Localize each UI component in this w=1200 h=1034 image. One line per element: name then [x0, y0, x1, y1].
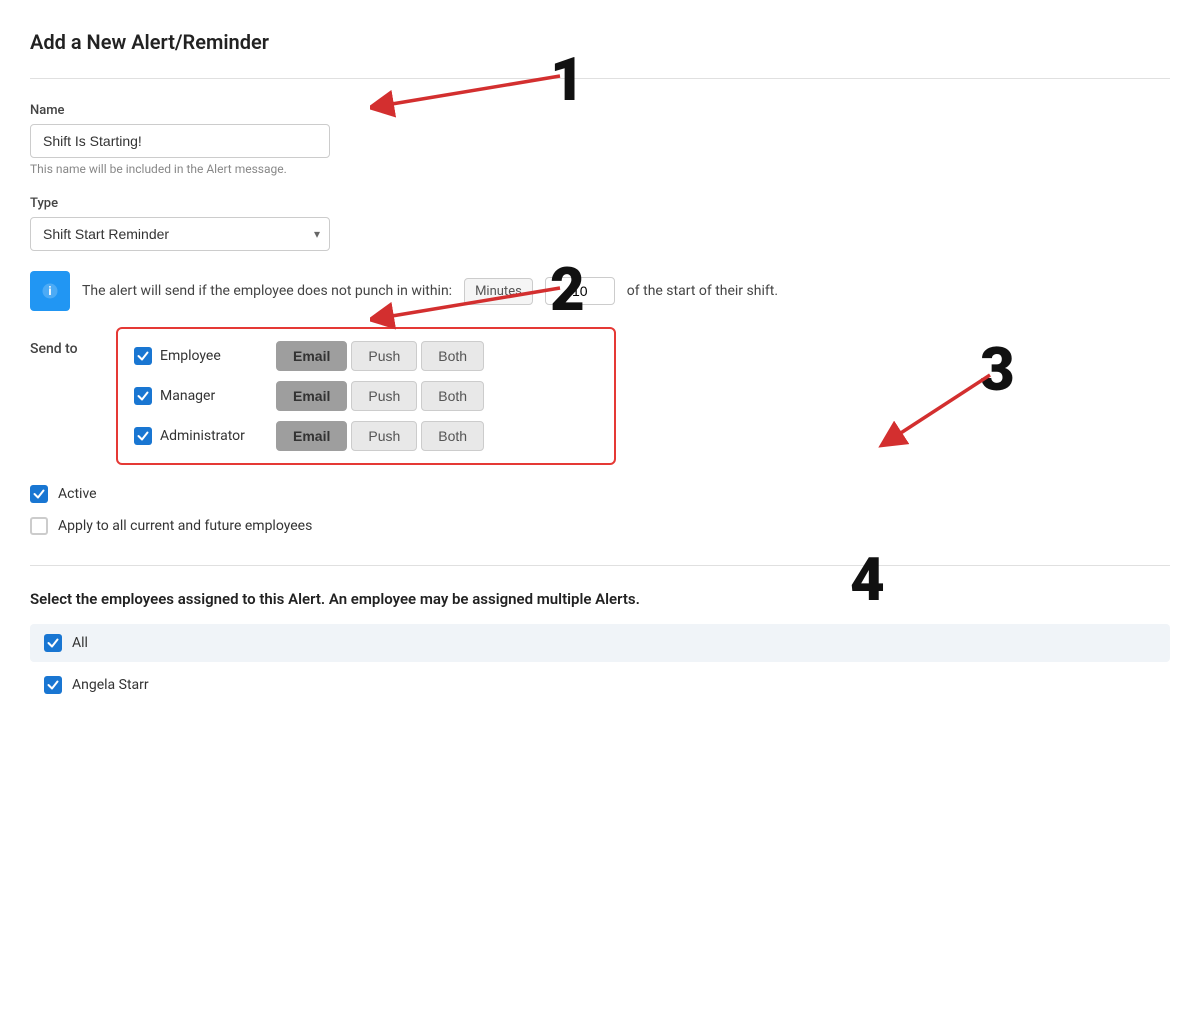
manager-both-btn[interactable]: Both	[421, 381, 484, 411]
employee-email-btn[interactable]: Email	[276, 341, 347, 371]
manager-label: Manager	[160, 388, 260, 404]
administrator-checkbox[interactable]	[134, 427, 152, 445]
employee-push-btn[interactable]: Push	[351, 341, 417, 371]
administrator-btn-group: Email Push Both	[276, 421, 484, 451]
administrator-label: Administrator	[160, 428, 260, 444]
section-divider	[30, 565, 1170, 566]
employee-checkbox[interactable]	[134, 347, 152, 365]
active-row: Active	[30, 485, 1170, 503]
employee-checkbox-wrapper: Employee	[134, 347, 260, 365]
divider	[30, 78, 1170, 79]
administrator-checkbox-wrapper: Administrator	[134, 427, 260, 445]
name-group: Name This name will be included in the A…	[30, 103, 1170, 176]
manager-btn-group: Email Push Both	[276, 381, 484, 411]
send-to-label: Send to	[30, 327, 100, 357]
employee-both-btn[interactable]: Both	[421, 341, 484, 371]
type-group: Type Shift Start Reminder Shift End Remi…	[30, 196, 1170, 251]
employee-label: Employee	[160, 348, 260, 364]
recipient-row-manager: Manager Email Push Both	[134, 381, 598, 411]
active-label: Active	[58, 486, 97, 502]
minutes-label: Minutes	[464, 278, 533, 305]
info-description-pre: The alert will send if the employee does…	[82, 283, 452, 299]
name-hint: This name will be included in the Alert …	[30, 162, 1170, 176]
type-label: Type	[30, 196, 1170, 211]
annotation-1: 1	[550, 50, 585, 110]
apply-label: Apply to all current and future employee…	[58, 518, 312, 534]
manager-checkbox-wrapper: Manager	[134, 387, 260, 405]
name-input[interactable]	[30, 124, 330, 158]
all-label: All	[72, 635, 88, 651]
apply-row: Apply to all current and future employee…	[30, 517, 1170, 535]
send-to-row: Send to Employee Email Push Both	[30, 327, 1170, 465]
angela-checkbox[interactable]	[44, 676, 62, 694]
info-description-post: of the start of their shift.	[627, 283, 778, 299]
minutes-input[interactable]	[545, 277, 615, 305]
angela-label: Angela Starr	[72, 677, 149, 693]
type-select[interactable]: Shift Start Reminder Shift End Reminder …	[30, 217, 330, 251]
manager-checkbox[interactable]	[134, 387, 152, 405]
name-label: Name	[30, 103, 1170, 118]
info-icon: i	[30, 271, 70, 311]
recipient-row-employee: Employee Email Push Both	[134, 341, 598, 371]
administrator-push-btn[interactable]: Push	[351, 421, 417, 451]
administrator-both-btn[interactable]: Both	[421, 421, 484, 451]
manager-email-btn[interactable]: Email	[276, 381, 347, 411]
page-title: Add a New Alert/Reminder	[30, 30, 1170, 54]
manager-push-btn[interactable]: Push	[351, 381, 417, 411]
apply-checkbox[interactable]	[30, 517, 48, 535]
active-checkbox[interactable]	[30, 485, 48, 503]
employees-section-title: Select the employees assigned to this Al…	[30, 590, 1170, 608]
employee-btn-group: Email Push Both	[276, 341, 484, 371]
recipients-box: Employee Email Push Both Manager Email	[116, 327, 616, 465]
employee-row-all: All	[30, 624, 1170, 662]
all-checkbox[interactable]	[44, 634, 62, 652]
type-select-wrapper: Shift Start Reminder Shift End Reminder …	[30, 217, 330, 251]
recipient-row-administrator: Administrator Email Push Both	[134, 421, 598, 451]
info-row: i The alert will send if the employee do…	[30, 271, 1170, 311]
svg-text:i: i	[48, 284, 51, 298]
administrator-email-btn[interactable]: Email	[276, 421, 347, 451]
employee-row-angela: Angela Starr	[30, 666, 1170, 704]
